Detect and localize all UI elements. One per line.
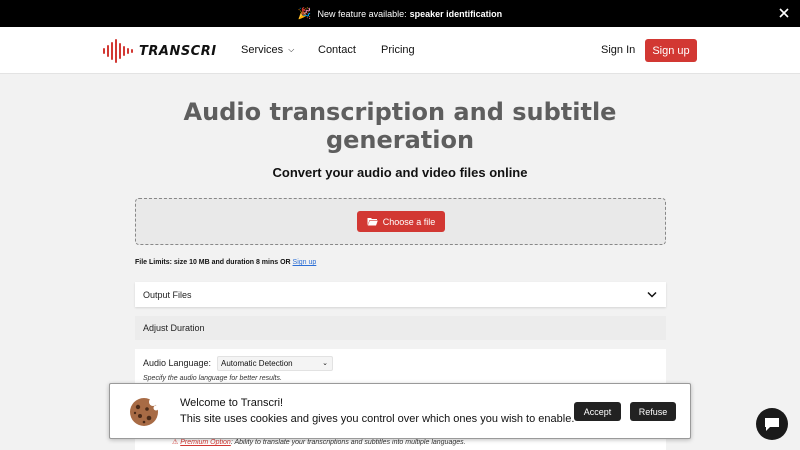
cookie-banner: Welcome to Transcri! This site uses cook… (109, 383, 691, 439)
limits-signup-link[interactable]: Sign up (293, 259, 317, 266)
premium-option-link[interactable]: Premium Option (180, 439, 231, 446)
adjust-duration-label: Adjust Duration (143, 323, 205, 333)
chevron-down-icon: ⌵ (288, 45, 295, 54)
premium-option-note: ⚠ Premium Option: Ability to translate y… (172, 438, 466, 446)
close-icon[interactable] (778, 7, 790, 19)
logo-text: TRANSCRI (139, 43, 217, 59)
file-limits-text: File Limits: size 10 MB and duration 8 m… (135, 259, 291, 266)
nav-services[interactable]: Services ⌵ (241, 44, 294, 56)
file-dropzone[interactable]: Choose a file (135, 198, 666, 245)
nav-contact[interactable]: Contact (318, 44, 356, 56)
audio-language-hint: Specify the audio language for better re… (143, 375, 282, 382)
cookie-icon (130, 398, 159, 426)
announcement-highlight[interactable]: speaker identification (410, 9, 503, 19)
party-popper-icon: 🎉 (297, 8, 312, 20)
signin-link[interactable]: Sign In (601, 44, 635, 56)
nav-pricing[interactable]: Pricing (381, 44, 415, 56)
accept-cookies-button[interactable]: Accept (574, 402, 621, 421)
signup-button[interactable]: Sign up (645, 39, 697, 62)
chevron-down-icon[interactable] (647, 291, 657, 298)
nav-services-label: Services (241, 44, 284, 56)
logo[interactable]: TRANSCRI (102, 39, 217, 63)
page-title-line2: generation (325, 126, 475, 154)
cookie-title: Welcome to Transcri! (180, 397, 284, 409)
cookie-message: This site uses cookies and gives you con… (180, 413, 575, 425)
output-files-panel[interactable]: Output Files (135, 282, 666, 307)
choose-file-button[interactable]: Choose a file (357, 211, 445, 232)
page-subtitle: Convert your audio and video files onlin… (272, 165, 528, 180)
soundwave-logo-icon (103, 39, 133, 63)
audio-language-select[interactable]: Automatic Detection ⌄ (217, 356, 333, 371)
chat-bubble-icon (765, 417, 779, 431)
premium-option-text: : Ability to translate your transcriptio… (230, 439, 466, 446)
output-files-label: Output Files (143, 290, 192, 300)
folder-open-icon (367, 218, 378, 226)
file-limits: File Limits: size 10 MB and duration 8 m… (135, 259, 316, 266)
audio-language-value: Automatic Detection (221, 359, 293, 368)
top-navigation: TRANSCRI Services ⌵ Contact Pricing Sign … (0, 27, 800, 74)
announcement-bar: 🎉 New feature available: speaker identif… (0, 0, 800, 27)
announcement-prefix: New feature available: (317, 8, 407, 19)
warning-icon: ⚠ (172, 439, 179, 446)
page-title: Audio transcription and subtitle generat… (150, 98, 650, 154)
chevron-down-icon: ⌄ (322, 360, 328, 367)
refuse-cookies-button[interactable]: Refuse (630, 402, 676, 421)
adjust-duration-panel[interactable]: Adjust Duration (135, 316, 666, 340)
audio-language-label: Audio Language: (143, 358, 212, 368)
page-title-line1: Audio transcription and subtitle (183, 98, 617, 126)
choose-file-label: Choose a file (382, 216, 436, 227)
chat-widget-button[interactable] (756, 408, 788, 440)
